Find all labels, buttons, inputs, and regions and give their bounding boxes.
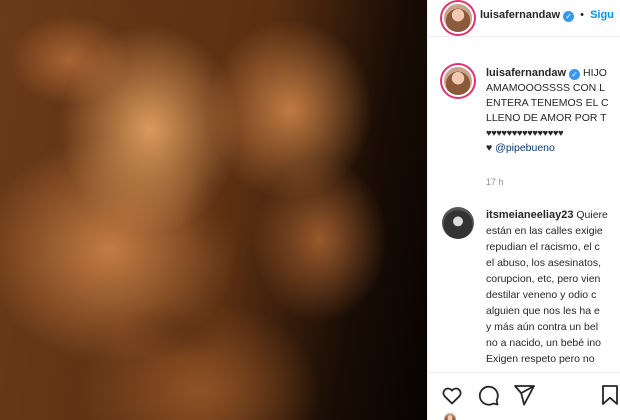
comment-line: destilar veneno y odio c	[486, 289, 597, 301]
comment-line: están en las calles exigie	[486, 225, 603, 237]
caption-line: ENTERA TENEMOS EL C	[486, 97, 609, 109]
comment-line: Quiere	[576, 209, 608, 221]
comment-line: no a nacido, un bebé ino	[486, 337, 602, 349]
post-sidebar: luisafernandaw ✓ • Sigu luisafernandaw ✓ H…	[427, 0, 620, 420]
header-separator: •	[580, 9, 584, 21]
verified-badge-icon: ✓	[563, 11, 575, 22]
likes-preview[interactable]	[444, 413, 456, 420]
paper-plane-icon[interactable]	[512, 383, 536, 407]
post-timestamp[interactable]: 17 h	[486, 177, 504, 187]
heart-outline-icon[interactable]	[440, 383, 464, 407]
caption-avatar[interactable]	[442, 65, 474, 97]
comment-line: repudian el racismo, el c	[486, 241, 600, 253]
caption: luisafernandaw ✓ HIJO AMAMOOOSSSS CON L E…	[486, 66, 620, 156]
comment-line: y más aún contra un bel	[486, 321, 599, 333]
comment: itsmeianeeliay23 Quiere están en las cal…	[486, 207, 620, 367]
heart-glyph: ♥	[486, 142, 493, 154]
caption-line: AMAMOOOSSSS CON L	[486, 82, 606, 94]
bookmark-icon[interactable]	[598, 383, 620, 407]
comment-line: alguien que nos les ha e	[486, 305, 600, 317]
header-user-row: luisafernandaw ✓ • Sigu	[480, 9, 614, 22]
caption-line: HIJO	[583, 67, 607, 79]
comment-bubble-icon[interactable]	[476, 383, 500, 407]
post-header: luisafernandaw ✓ • Sigu	[428, 0, 620, 37]
follow-button[interactable]: Sigu	[590, 9, 614, 21]
author-avatar[interactable]	[442, 2, 474, 34]
comment-line: Exigen respeto pero no	[486, 353, 595, 365]
comment-line: corupcion, etc, pero vien	[486, 273, 601, 285]
post-actions-bar	[428, 372, 620, 420]
caption-line: ♥♥♥♥♥♥♥♥♥♥♥♥♥♥♥	[486, 128, 564, 139]
image-shadow	[120, 300, 240, 360]
image-shadow	[180, 170, 270, 260]
commenter-avatar[interactable]	[442, 207, 474, 239]
liker-avatar	[444, 413, 456, 420]
mention-link[interactable]: @pipebueno	[495, 142, 555, 154]
commenter-username[interactable]: itsmeianeeliay23	[486, 209, 573, 221]
comments-list[interactable]: luisafernandaw ✓ HIJO AMAMOOOSSSS CON L E…	[428, 37, 620, 370]
caption-line: LLENO DE AMOR POR T	[486, 112, 607, 124]
author-username[interactable]: luisafernandaw	[480, 9, 560, 21]
caption-username[interactable]: luisafernandaw	[486, 67, 566, 79]
verified-badge-icon: ✓	[569, 69, 581, 80]
comment-line: el abuso, los asesinatos,	[486, 257, 601, 269]
post-image	[0, 0, 427, 420]
